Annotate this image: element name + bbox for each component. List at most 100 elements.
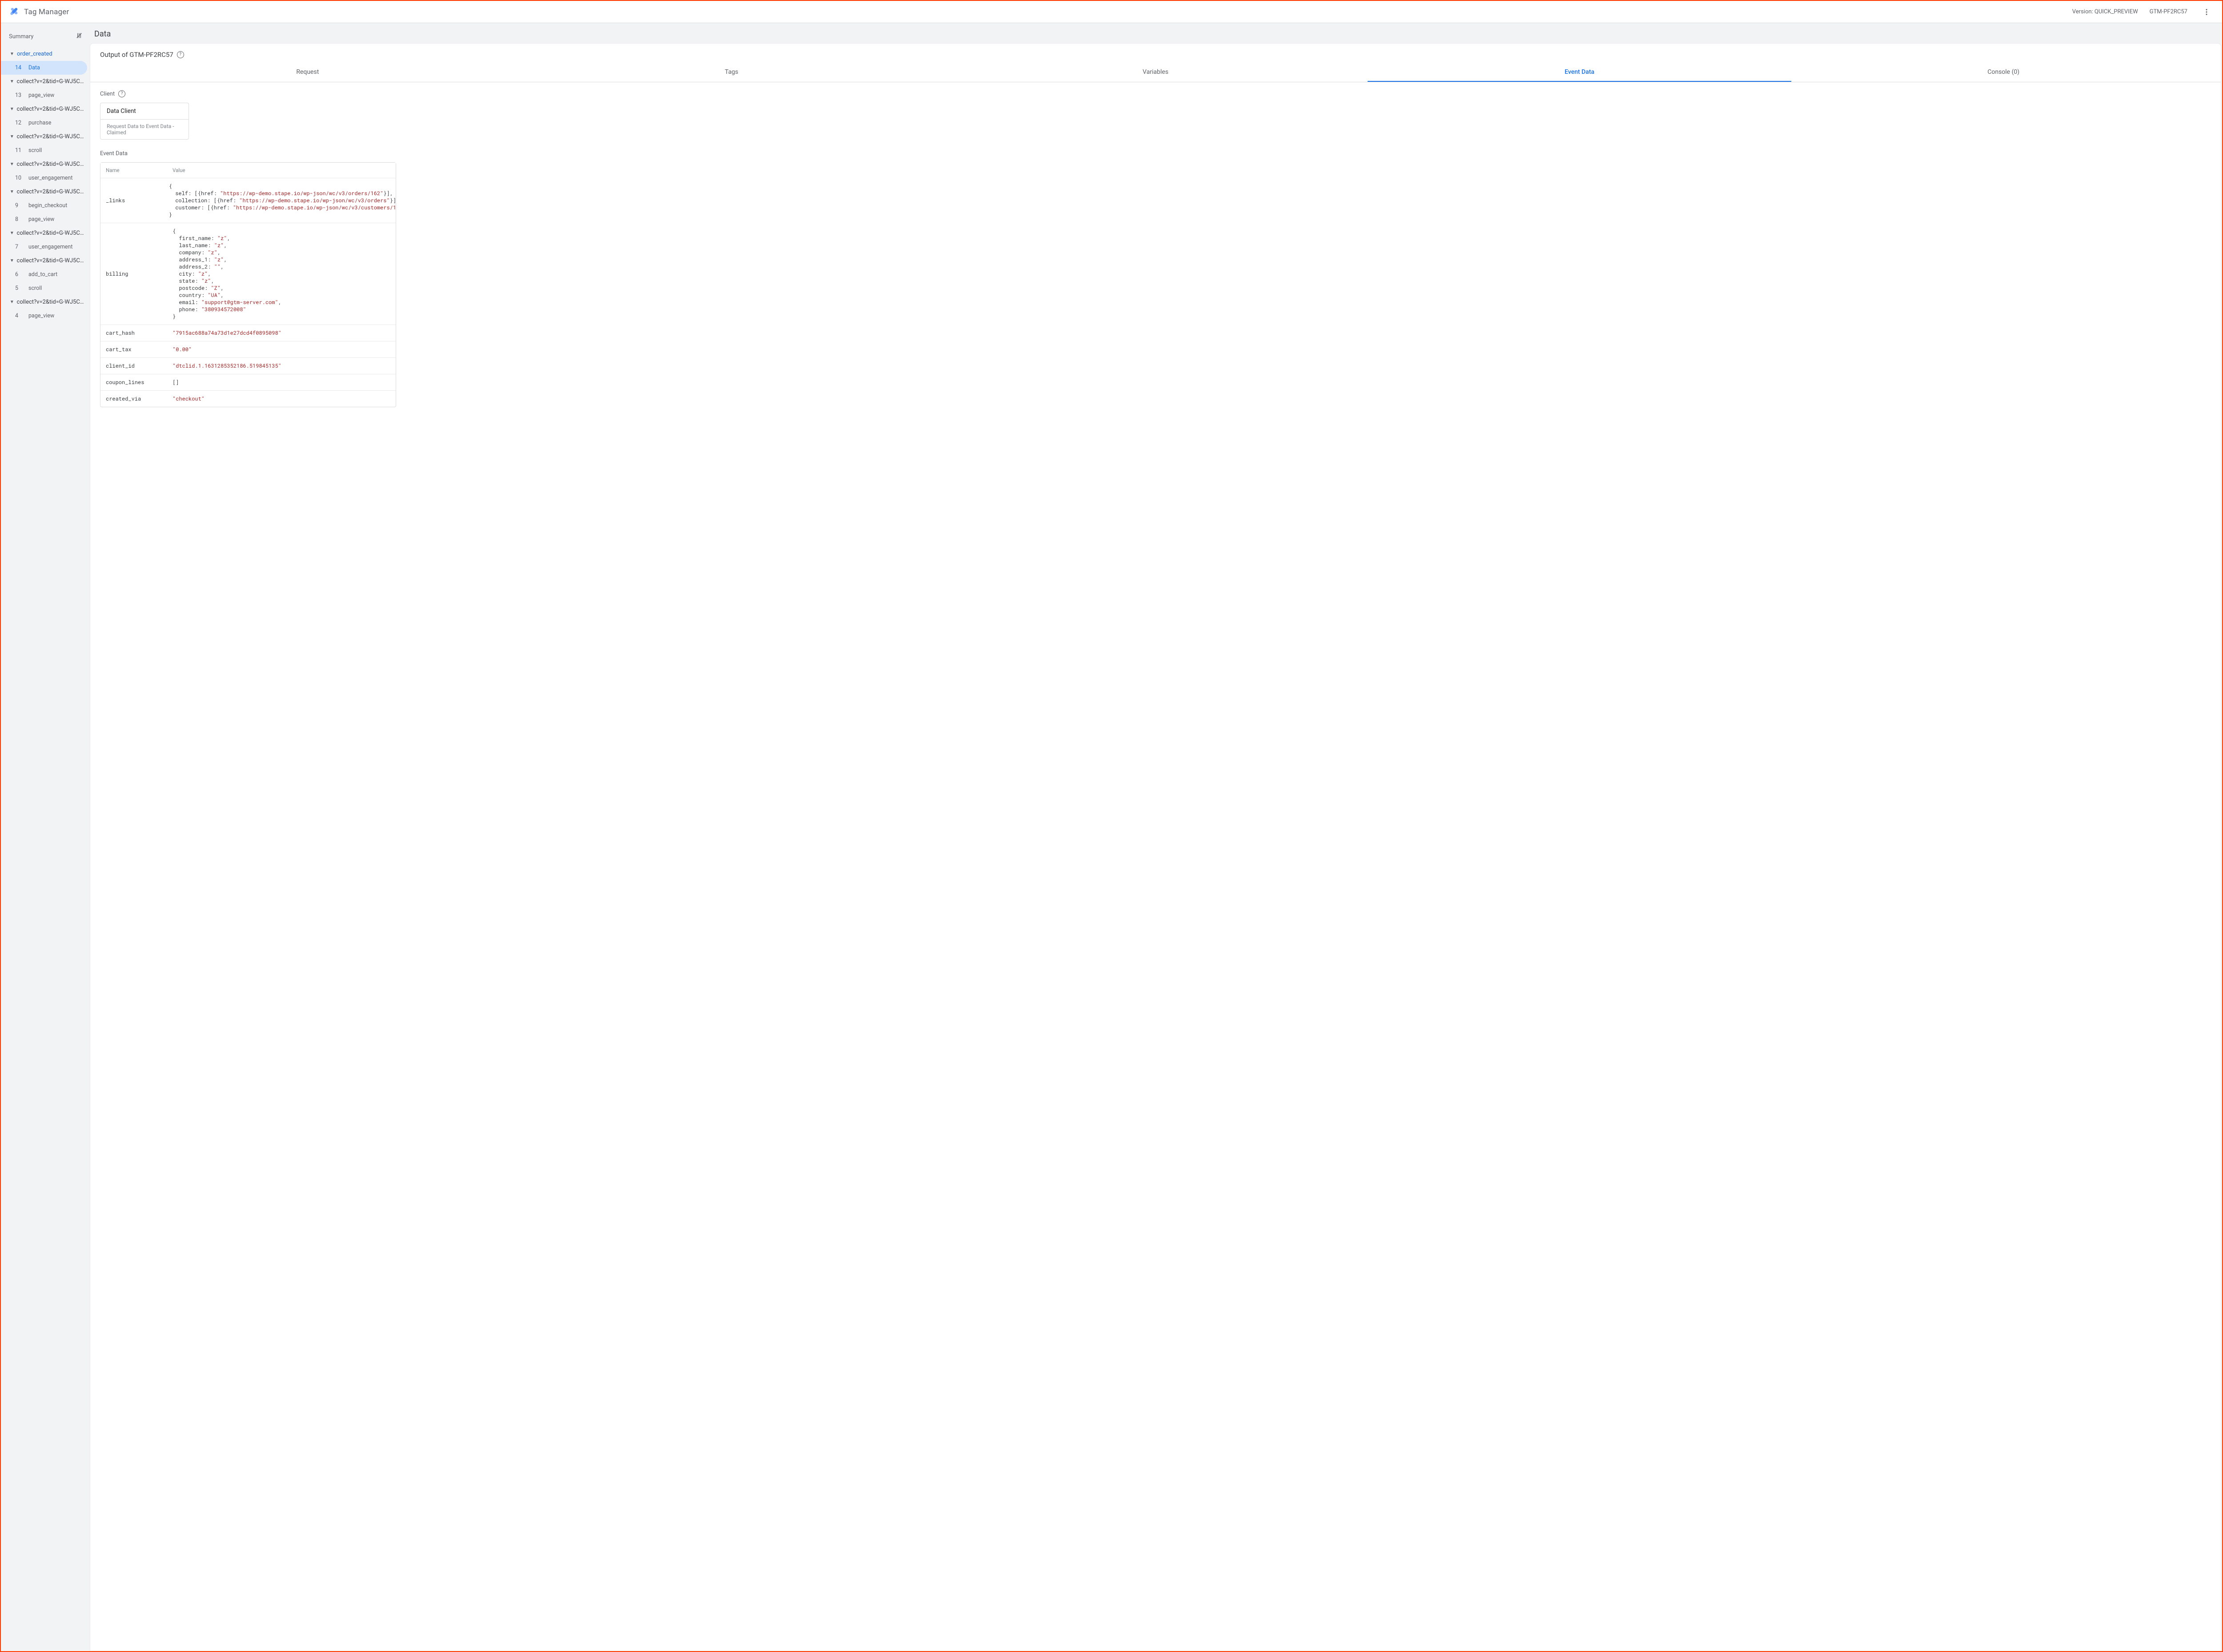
table-row[interactable]: coupon_lines[] bbox=[100, 374, 396, 391]
sidebar-item-label: add_to_cart bbox=[28, 271, 57, 278]
sidebar-summary[interactable]: Summary bbox=[1, 26, 90, 47]
caret-down-icon: ▼ bbox=[9, 52, 15, 56]
sidebar-item[interactable]: 13page_view bbox=[1, 88, 87, 102]
sidebar-item-label: user_engagement bbox=[28, 175, 72, 181]
sidebar-group-header[interactable]: ▼collect?v=2&tid=G-WJ5CL... bbox=[1, 295, 90, 309]
sidebar-item[interactable]: 10user_engagement bbox=[1, 171, 87, 185]
sidebar-item-label: page_view bbox=[28, 216, 54, 223]
logo-wrap: Tag Manager bbox=[9, 6, 69, 18]
event-data-name: cart_hash bbox=[100, 325, 167, 341]
tab-event-data[interactable]: Event Data bbox=[1368, 63, 1792, 82]
event-data-value: "7915ac688a74a73d1e27dcd4f0895098" bbox=[167, 325, 396, 341]
help-icon[interactable]: ? bbox=[177, 51, 184, 58]
sidebar-item-number: 11 bbox=[15, 147, 25, 154]
sidebar-group-label: collect?v=2&tid=G-WJ5CL... bbox=[17, 257, 85, 264]
sidebar-item-number: 12 bbox=[15, 120, 25, 126]
more-menu-icon[interactable] bbox=[2199, 4, 2214, 20]
event-data-value: "checkout" bbox=[167, 391, 396, 407]
sidebar-item-label: Data bbox=[28, 64, 40, 71]
main-content: Data Output of GTM-PF2RC57 ? RequestTags… bbox=[90, 23, 2222, 1651]
sidebar-item-label: page_view bbox=[28, 313, 54, 319]
client-box[interactable]: Data Client Request Data to Event Data -… bbox=[100, 103, 189, 140]
product-name: Tag Manager bbox=[24, 8, 69, 16]
sidebar-item-label: scroll bbox=[28, 285, 42, 292]
sidebar-item[interactable]: 12purchase bbox=[1, 116, 87, 130]
sidebar: Summary▼order_created14Data▼collect?v=2&… bbox=[1, 23, 90, 1651]
caret-down-icon: ▼ bbox=[9, 162, 15, 167]
sidebar-group-label: order_created bbox=[17, 51, 52, 57]
sidebar-item[interactable]: 14Data bbox=[1, 61, 87, 75]
clear-filter-icon[interactable] bbox=[76, 32, 83, 41]
sidebar-item[interactable]: 9begin_checkout bbox=[1, 199, 87, 213]
client-box-name: Data Client bbox=[100, 103, 189, 119]
tabs: RequestTagsVariablesEvent DataConsole (0… bbox=[90, 63, 2221, 82]
sidebar-group-label: collect?v=2&tid=G-WJ5CL... bbox=[17, 188, 85, 195]
table-row[interactable]: created_via"checkout" bbox=[100, 391, 396, 407]
app-header: Tag Manager Version: QUICK_PREVIEW GTM-P… bbox=[1, 1, 2222, 23]
table-row[interactable]: client_id"dtclid.1.1631285352186.5198451… bbox=[100, 358, 396, 374]
sidebar-item-label: page_view bbox=[28, 92, 54, 99]
sidebar-group-label: collect?v=2&tid=G-WJ5CL... bbox=[17, 230, 85, 237]
sidebar-item[interactable]: 4page_view bbox=[1, 309, 87, 323]
caret-down-icon: ▼ bbox=[9, 189, 15, 194]
client-box-desc: Request Data to Event Data - Claimed bbox=[100, 119, 189, 139]
table-row[interactable]: _links{ self: [{href: "https://wp-demo.s… bbox=[100, 178, 396, 223]
help-icon[interactable]: ? bbox=[118, 90, 125, 97]
version-label: Version: QUICK_PREVIEW bbox=[2072, 8, 2138, 15]
table-row[interactable]: billing{ first_name: "z", last_name: "z"… bbox=[100, 223, 396, 325]
event-data-value: [] bbox=[167, 374, 396, 390]
table-row[interactable]: cart_tax"0.00" bbox=[100, 341, 396, 358]
sidebar-group-header[interactable]: ▼collect?v=2&tid=G-WJ5CL... bbox=[1, 185, 90, 199]
sidebar-item-label: begin_checkout bbox=[28, 202, 67, 209]
sidebar-group-header[interactable]: ▼collect?v=2&tid=G-WJ5CL... bbox=[1, 226, 90, 240]
caret-down-icon: ▼ bbox=[9, 79, 15, 84]
event-data-value: { first_name: "z", last_name: "z", compa… bbox=[167, 223, 396, 325]
event-data-value: "dtclid.1.1631285352186.519845135" bbox=[167, 358, 396, 374]
tab-variables[interactable]: Variables bbox=[943, 63, 1368, 82]
event-data-name: client_id bbox=[100, 358, 167, 374]
event-data-name: created_via bbox=[100, 391, 167, 407]
sidebar-group-header[interactable]: ▼collect?v=2&tid=G-WJ5CL... bbox=[1, 130, 90, 144]
caret-down-icon: ▼ bbox=[9, 300, 15, 305]
event-data-name: coupon_lines bbox=[100, 374, 167, 390]
sidebar-item-label: purchase bbox=[28, 120, 51, 126]
output-title: Output of GTM-PF2RC57 bbox=[100, 51, 173, 59]
sidebar-group-header[interactable]: ▼collect?v=2&tid=G-WJ5CL... bbox=[1, 102, 90, 116]
table-row[interactable]: cart_hash"7915ac688a74a73d1e27dcd4f08950… bbox=[100, 325, 396, 341]
sidebar-item-number: 10 bbox=[15, 175, 25, 181]
sidebar-group-label: collect?v=2&tid=G-WJ5CL... bbox=[17, 78, 85, 85]
event-data-table: Name Value _links{ self: [{href: "https:… bbox=[100, 162, 396, 407]
tab-request[interactable]: Request bbox=[96, 63, 520, 82]
sidebar-item[interactable]: 11scroll bbox=[1, 144, 87, 157]
sidebar-item-number: 14 bbox=[15, 64, 25, 71]
gtm-logo-icon bbox=[9, 6, 20, 18]
sidebar-item-number: 13 bbox=[15, 92, 25, 99]
tab-tags[interactable]: Tags bbox=[520, 63, 944, 82]
sidebar-item-number: 6 bbox=[15, 271, 25, 278]
sidebar-item-number: 7 bbox=[15, 244, 25, 250]
event-data-value: { self: [{href: "https://wp-demo.stape.i… bbox=[164, 178, 396, 223]
sidebar-group-header[interactable]: ▼collect?v=2&tid=G-WJ5CL... bbox=[1, 75, 90, 88]
tab-console-0-[interactable]: Console (0) bbox=[1791, 63, 2215, 82]
event-data-value: "0.00" bbox=[167, 341, 396, 357]
caret-down-icon: ▼ bbox=[9, 231, 15, 236]
page-title: Data bbox=[90, 23, 2222, 43]
container-id-label: GTM-PF2RC57 bbox=[2150, 8, 2187, 15]
sidebar-group-header[interactable]: ▼order_created bbox=[1, 47, 90, 61]
sidebar-item-number: 9 bbox=[15, 202, 25, 209]
output-card: Output of GTM-PF2RC57 ? RequestTagsVaria… bbox=[90, 43, 2221, 1651]
event-data-name: _links bbox=[100, 178, 164, 223]
sidebar-group-header[interactable]: ▼collect?v=2&tid=G-WJ5CL... bbox=[1, 254, 90, 268]
sidebar-group-header[interactable]: ▼collect?v=2&tid=G-WJ5CL... bbox=[1, 157, 90, 171]
sidebar-item[interactable]: 8page_view bbox=[1, 213, 87, 226]
sidebar-item[interactable]: 7user_engagement bbox=[1, 240, 87, 254]
sidebar-item-number: 5 bbox=[15, 285, 25, 292]
sidebar-summary-label: Summary bbox=[9, 33, 33, 40]
caret-down-icon: ▼ bbox=[9, 107, 15, 112]
table-header-value: Value bbox=[167, 163, 396, 178]
sidebar-item[interactable]: 5scroll bbox=[1, 281, 87, 295]
event-data-name: cart_tax bbox=[100, 341, 167, 357]
table-header-name: Name bbox=[100, 163, 167, 178]
sidebar-item-label: user_engagement bbox=[28, 244, 72, 250]
sidebar-item[interactable]: 6add_to_cart bbox=[1, 268, 87, 281]
